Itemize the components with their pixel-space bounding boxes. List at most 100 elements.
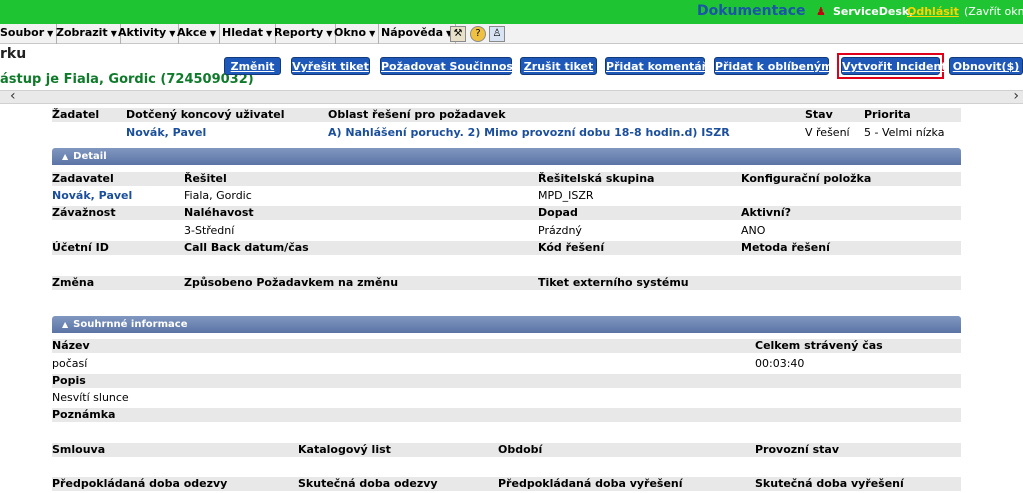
scroll-left-icon[interactable]: ‹ — [10, 88, 16, 104]
resolver-group-label: Řešitelská skupina — [538, 172, 655, 185]
brand-title[interactable]: Dokumentace — [697, 3, 806, 19]
period-label: Období — [498, 443, 543, 456]
page-header: rku ástup je Fiala, Gordic (724509032) Z… — [0, 44, 1023, 92]
active-label: Aktivní? — [741, 206, 792, 219]
menu-label: Akce — [177, 26, 207, 39]
description-value: Nesvítí slunce — [52, 391, 129, 404]
menu-label: Reporty — [274, 26, 324, 39]
summary-info-section-header[interactable]: ▲ Souhrnné informace — [52, 316, 961, 333]
submitter-link[interactable]: Novák, Pavel — [52, 189, 132, 202]
logout-link[interactable]: Odhlásit — [907, 5, 959, 18]
scroll-right-icon[interactable]: › — [1013, 88, 1019, 104]
name-label: Název — [52, 339, 90, 352]
resolve-ticket-button[interactable]: Vyřešit tiket — [291, 57, 370, 75]
user-icon: ♟ — [816, 5, 826, 18]
menu-napoveda[interactable]: Nápověda▼ — [381, 24, 457, 44]
resolver-value: Fiala, Gordic — [184, 189, 252, 202]
area-label: Oblast řešení pro požadavek — [328, 108, 506, 121]
chevron-down-icon: ▼ — [47, 29, 54, 38]
summary-row-2-labels — [52, 374, 961, 388]
submitter-label: Zadavatel — [52, 172, 114, 185]
collapse-icon: ▲ — [62, 152, 69, 161]
menu-okno[interactable]: Okno ▼ — [334, 24, 380, 44]
current-user: ServiceDesk, — [833, 5, 914, 18]
top-bar: Dokumentace ♟ ServiceDesk, Odhlásit (Zav… — [0, 0, 1023, 24]
users-icon[interactable]: ♙ — [489, 26, 505, 42]
status-value: V řešení — [805, 126, 850, 139]
collapse-icon: ▲ — [62, 320, 69, 329]
menu-zobrazit[interactable]: Zobrazit ▼ — [56, 24, 121, 44]
config-item-label: Konfigurační položka — [741, 172, 872, 185]
urgency-value: 3-Střední — [184, 224, 235, 237]
area-link[interactable]: A) Nahlášení poruchy. 2) Mimo provozní d… — [328, 126, 730, 139]
impact-value: Prázdný — [538, 224, 582, 237]
status-label: Stav — [805, 108, 833, 121]
resolution-method-label: Metoda řešení — [741, 241, 830, 254]
expected-response-label: Předpokládaná doba odezvy — [52, 477, 228, 490]
page-title: rku — [0, 46, 27, 62]
menu-label: Nápověda — [381, 26, 443, 39]
chevron-down-icon: ▼ — [266, 29, 273, 38]
menu-label: Soubor — [0, 26, 45, 39]
account-id-label: Účetní ID — [52, 241, 109, 254]
detail-title: Detail — [73, 151, 107, 162]
close-window-link[interactable]: (Zavřít okno — [964, 5, 1023, 18]
external-ticket-label: Tiket externího systému — [538, 276, 689, 289]
change-label: Změna — [52, 276, 95, 289]
impact-label: Dopad — [538, 206, 578, 219]
operating-state-label: Provozní stav — [755, 443, 840, 456]
chevron-down-icon: ▼ — [369, 29, 376, 38]
menu-soubor[interactable]: Soubor ▼ — [0, 24, 58, 44]
name-value: počasí — [52, 357, 88, 370]
description-label: Popis — [52, 374, 86, 387]
affected-user-label: Dotčený koncový uživatel — [126, 108, 285, 121]
menu-label: Hledat — [222, 26, 263, 39]
total-time-label: Celkem strávený čas — [755, 339, 883, 352]
chevron-down-icon: ▼ — [169, 29, 176, 38]
chevron-down-icon: ▼ — [326, 29, 333, 38]
ticket-subtitle: ástup je Fiala, Gordic (724509032) — [0, 72, 254, 87]
menu-aktivity[interactable]: Aktivity ▼ — [118, 24, 180, 44]
actual-response-label: Skutečná doba odezvy — [298, 477, 438, 490]
note-label: Poznámka — [52, 408, 116, 421]
caused-by-change-label: Způsobeno Požadavkem na změnu — [184, 276, 399, 289]
detail-section-header[interactable]: ▲ Detail — [52, 148, 961, 165]
add-comment-button[interactable]: Přidat komentář — [605, 57, 707, 75]
actual-resolution-label: Skutečná doba vyřešení — [755, 477, 904, 490]
refresh-button[interactable]: Obnovit($) — [949, 57, 1023, 75]
priority-value: 5 - Velmi nízka — [864, 126, 945, 139]
menu-label: Zobrazit — [56, 26, 108, 39]
cancel-ticket-button[interactable]: Zrušit tiket — [520, 57, 597, 75]
callback-label: Call Back datum/čas — [184, 241, 309, 254]
menu-label: Okno — [334, 26, 367, 39]
help-icon[interactable]: ? — [470, 26, 486, 42]
menu-akce[interactable]: Akce ▼ — [177, 24, 220, 44]
chevron-down-icon: ▼ — [110, 29, 117, 38]
contract-label: Smlouva — [52, 443, 106, 456]
active-value: ANO — [741, 224, 766, 237]
summary-info-title: Souhrnné informace — [73, 319, 188, 330]
affected-user-link[interactable]: Novák, Pavel — [126, 126, 206, 139]
change-button[interactable]: Změnit — [224, 57, 281, 75]
catalog-label: Katalogový list — [298, 443, 391, 456]
resolver-label: Řešitel — [184, 172, 227, 185]
priority-label: Priorita — [864, 108, 911, 121]
add-favorite-button[interactable]: Přidat k oblíbeným — [714, 57, 833, 75]
ticket-content: Žadatel Dotčený koncový uživatel Oblast … — [0, 104, 1023, 493]
total-time-value: 00:03:40 — [755, 357, 805, 370]
menu-label: Aktivity — [118, 26, 167, 39]
resolver-group-value: MPD_ISZR — [538, 189, 594, 202]
tools-icon[interactable]: ⚒ — [450, 26, 466, 42]
severity-label: Závažnost — [52, 206, 116, 219]
create-incident-button[interactable]: Vytvořit Incident — [841, 57, 947, 75]
horizontal-scrollbar[interactable]: ‹ › — [0, 88, 1023, 104]
requester-label: Žadatel — [52, 108, 100, 121]
request-cooperation-button[interactable]: Požadovat Součinnost — [380, 57, 518, 75]
menu-reporty[interactable]: Reporty ▼ — [274, 24, 337, 44]
menu-hledat[interactable]: Hledat ▼ — [222, 24, 277, 44]
summary-row-3-labels — [52, 408, 961, 422]
chevron-down-icon: ▼ — [209, 29, 216, 38]
resolution-code-label: Kód řešení — [538, 241, 605, 254]
expected-resolution-label: Předpokládaná doba vyřešení — [498, 477, 683, 490]
urgency-label: Naléhavost — [184, 206, 254, 219]
